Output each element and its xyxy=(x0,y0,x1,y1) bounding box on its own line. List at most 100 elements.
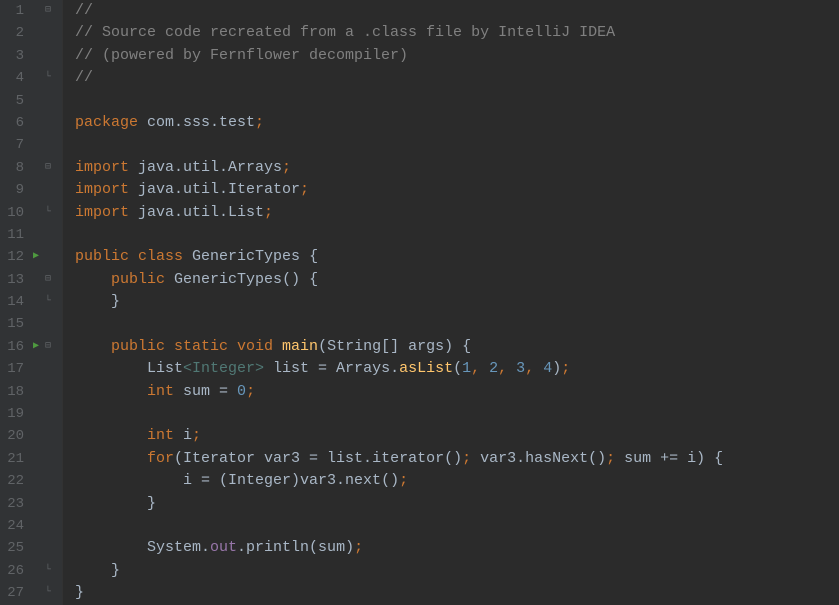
semicolon: ; xyxy=(255,114,264,131)
fold-icon[interactable]: ⊟ xyxy=(42,336,54,358)
semicolon: ; xyxy=(399,472,408,489)
keyword: public class xyxy=(75,248,192,265)
code-line: import java.util.Arrays; xyxy=(75,157,839,179)
for-init: (Iterator var3 = list.iterator() xyxy=(174,450,462,467)
gutter-row: 20 xyxy=(0,425,62,447)
code-line xyxy=(75,90,839,112)
gutter-row: 1⊟ xyxy=(0,0,62,22)
fold-icon[interactable]: ⊟ xyxy=(42,269,54,291)
number-literal: 2 xyxy=(489,360,498,377)
code-line: int i; xyxy=(75,425,839,447)
class-name: GenericTypes xyxy=(192,248,309,265)
import-name: java.util.Iterator xyxy=(138,181,300,198)
line-number: 15 xyxy=(4,313,24,335)
line-number: 10 xyxy=(4,202,24,224)
param-type: String[] xyxy=(327,338,408,355)
gutter-row: 5 xyxy=(0,90,62,112)
semicolon: ; xyxy=(354,539,363,556)
code-line: for(Iterator var3 = list.iterator(); var… xyxy=(75,448,839,470)
fold-end-icon[interactable]: └ xyxy=(42,582,54,604)
semicolon: ; xyxy=(561,360,570,377)
assignment: list = Arrays. xyxy=(264,360,399,377)
code-line: public static void main(String[] args) { xyxy=(75,336,839,358)
paren-close: ) { xyxy=(444,338,471,355)
code-line xyxy=(75,134,839,156)
line-number: 14 xyxy=(4,291,24,313)
run-icon[interactable]: ▶ xyxy=(30,336,42,358)
comment-text: // Source code recreated from a .class f… xyxy=(75,24,615,41)
line-number: 4 xyxy=(4,67,24,89)
fold-end-icon[interactable]: └ xyxy=(42,291,54,313)
line-number: 7 xyxy=(4,134,24,156)
line-number: 19 xyxy=(4,403,24,425)
code-line: } xyxy=(75,582,839,604)
comment-text: // xyxy=(75,69,93,86)
brace: } xyxy=(111,293,120,310)
gutter-row: 3 xyxy=(0,45,62,67)
run-icon[interactable]: ▶ xyxy=(30,246,42,268)
code-line xyxy=(75,224,839,246)
line-number: 8 xyxy=(4,157,24,179)
package-name: com.sss.test xyxy=(147,114,255,131)
brace: { xyxy=(309,248,318,265)
keyword: import xyxy=(75,159,138,176)
code-line: i = (Integer)var3.next(); xyxy=(75,470,839,492)
code-line: import java.util.List; xyxy=(75,202,839,224)
import-name: java.util.Arrays xyxy=(138,159,282,176)
line-number: 20 xyxy=(4,425,24,447)
code-area[interactable]: // // Source code recreated from a .clas… xyxy=(63,0,839,605)
line-number: 26 xyxy=(4,560,24,582)
gutter-row: 12▶ xyxy=(0,246,62,268)
gutter-row: 9 xyxy=(0,179,62,201)
comment-text: // xyxy=(75,2,93,19)
keyword: package xyxy=(75,114,147,131)
comma: , xyxy=(525,360,543,377)
semicolon: ; xyxy=(300,181,309,198)
code-line: // xyxy=(75,0,839,22)
keyword: public static void xyxy=(111,338,282,355)
fold-icon[interactable]: ⊟ xyxy=(42,157,54,179)
code-line: public GenericTypes() { xyxy=(75,269,839,291)
fold-icon[interactable]: ⊟ xyxy=(42,0,54,22)
brace: } xyxy=(75,584,84,601)
code-editor: 1⊟ 2 3 4└ 5 6 7 8⊟ 9 10└ 11 12▶ 13⊟ 14└ … xyxy=(0,0,839,605)
line-number: 17 xyxy=(4,358,24,380)
method-call: .println(sum) xyxy=(237,539,354,556)
semicolon: ; xyxy=(462,450,471,467)
brace: } xyxy=(147,495,156,512)
code-line: import java.util.Iterator; xyxy=(75,179,839,201)
gutter-row: 17 xyxy=(0,358,62,380)
line-number: 18 xyxy=(4,381,24,403)
line-number: 25 xyxy=(4,537,24,559)
line-number: 11 xyxy=(4,224,24,246)
variable: i xyxy=(183,427,192,444)
keyword: int xyxy=(147,427,183,444)
fold-end-icon[interactable]: └ xyxy=(42,67,54,89)
brace: } xyxy=(111,562,120,579)
gutter-row: 24 xyxy=(0,515,62,537)
gutter-row: 4└ xyxy=(0,67,62,89)
line-number: 9 xyxy=(4,179,24,201)
code-line: System.out.println(sum); xyxy=(75,537,839,559)
fold-end-icon[interactable]: └ xyxy=(42,202,54,224)
code-line: // xyxy=(75,67,839,89)
semicolon: ; xyxy=(606,450,615,467)
keyword: import xyxy=(75,181,138,198)
line-number: 13 xyxy=(4,269,24,291)
code-line: List<Integer> list = Arrays.asList(1, 2,… xyxy=(75,358,839,380)
line-number: 1 xyxy=(4,0,24,22)
line-number: 3 xyxy=(4,45,24,67)
line-number: 21 xyxy=(4,448,24,470)
paren-open: ( xyxy=(318,338,327,355)
number-literal: 3 xyxy=(516,360,525,377)
fold-end-icon[interactable]: └ xyxy=(42,560,54,582)
parens: () { xyxy=(282,271,318,288)
code-line xyxy=(75,313,839,335)
code-line xyxy=(75,403,839,425)
gutter-row: 26 └ xyxy=(0,560,62,582)
line-number: 2 xyxy=(4,22,24,44)
gutter-row: 25 xyxy=(0,537,62,559)
gutter-row: 10 └ xyxy=(0,202,62,224)
line-number: 5 xyxy=(4,90,24,112)
gutter-row: 14 └ xyxy=(0,291,62,313)
